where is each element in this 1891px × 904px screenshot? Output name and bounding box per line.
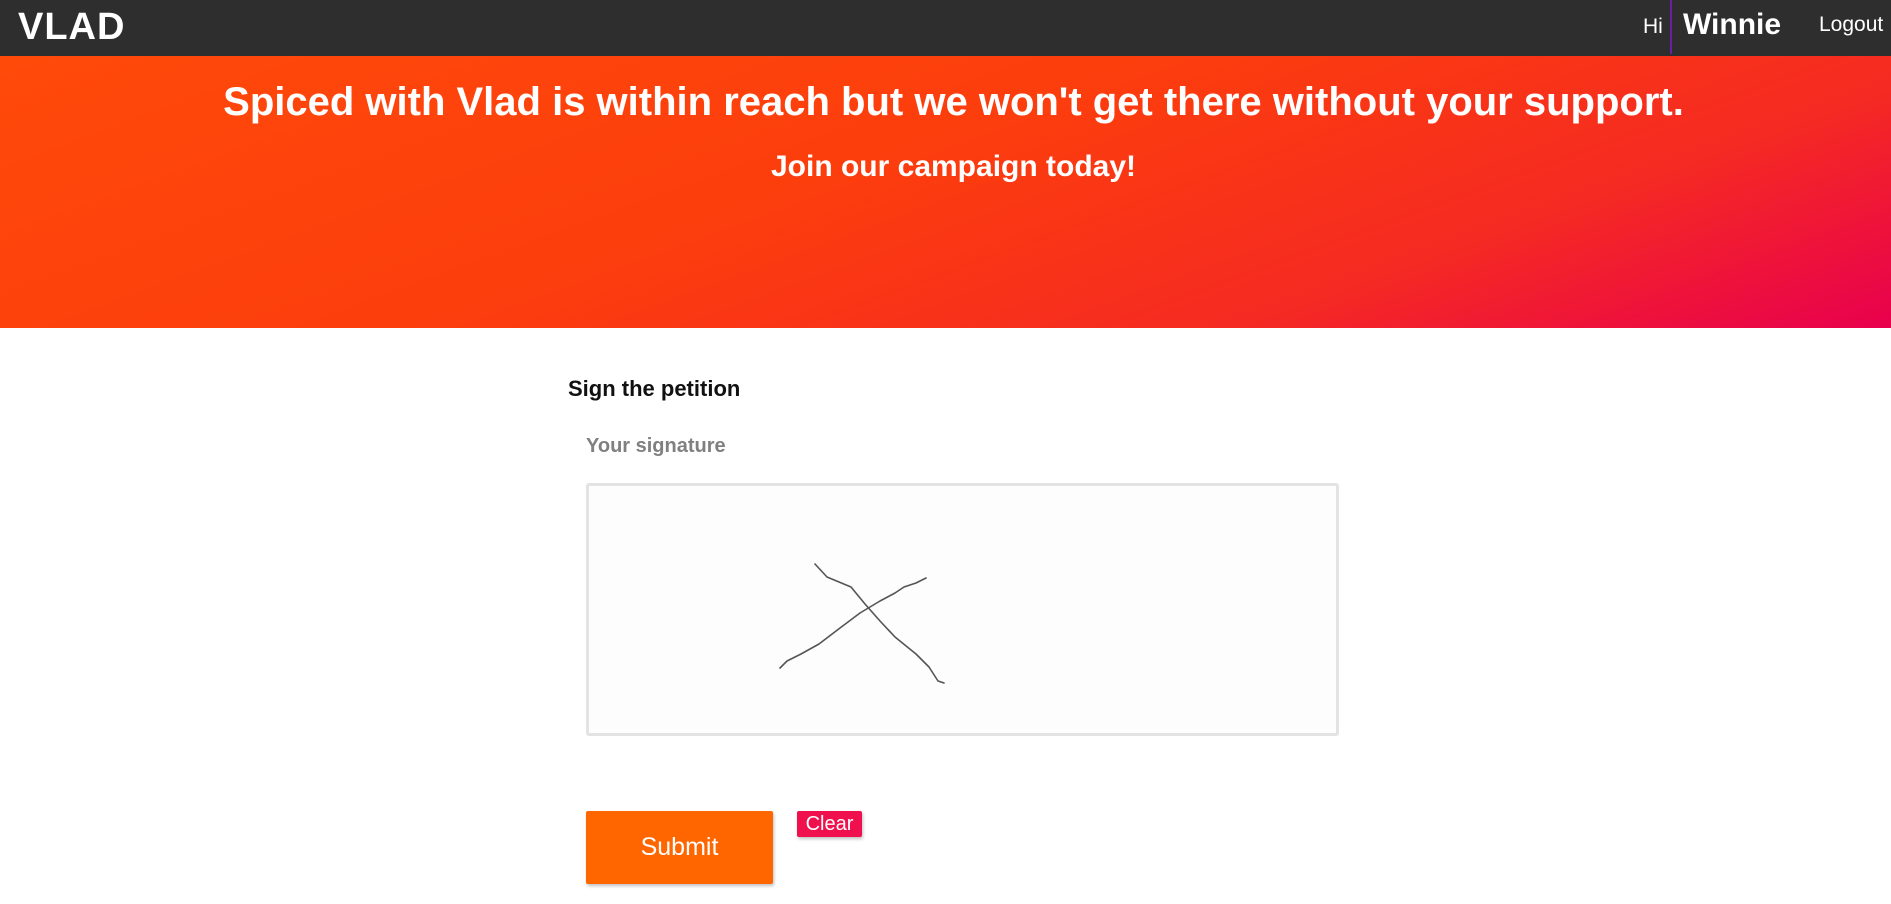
signature-drawing xyxy=(779,563,945,684)
petition-heading: Sign the petition xyxy=(568,376,741,401)
logout-link[interactable]: Logout xyxy=(1819,12,1883,38)
signature-stroke-1 xyxy=(814,563,945,684)
clear-button[interactable]: Clear xyxy=(797,811,862,837)
greeting-text: Hi xyxy=(1643,15,1663,38)
signature-canvas[interactable] xyxy=(586,483,1339,736)
hero-title: Spiced with Vlad is within reach but we … xyxy=(223,80,1684,124)
hero-banner: Spiced with Vlad is within reach but we … xyxy=(0,56,1891,328)
site-logo[interactable]: VLAD xyxy=(18,5,125,49)
signature-stroke-2 xyxy=(779,577,927,669)
hero-subtitle: Join our campaign today! xyxy=(770,150,1137,183)
username: Winnie xyxy=(1683,8,1782,41)
signature-label: Your signature xyxy=(586,435,726,457)
user-divider xyxy=(1670,0,1672,54)
top-navigation-bar: VLAD Hi Winnie Logout xyxy=(0,0,1891,56)
submit-button[interactable]: Submit xyxy=(586,811,773,884)
